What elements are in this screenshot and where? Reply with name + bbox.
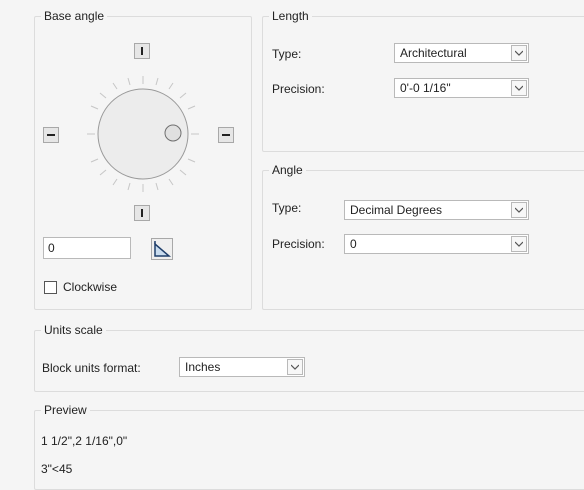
chevron-down-icon[interactable] [511,80,527,96]
chevron-down-icon[interactable] [511,236,527,252]
block-units-value: Inches [185,360,221,374]
preview-line-2: 3"<45 [41,462,73,476]
units-scale-title: Units scale [41,323,106,337]
length-type-value: Architectural [400,46,467,60]
angle-south-button[interactable] [134,205,150,221]
angle-west-button[interactable] [43,127,59,143]
chevron-down-icon[interactable] [511,45,527,61]
angle-north-button[interactable] [134,43,150,59]
length-precision-select[interactable]: 0'-0 1/16" [394,78,529,98]
length-group: Length Type: Architectural Precision: 0'… [262,9,584,152]
clockwise-checkbox[interactable] [44,281,57,294]
units-scale-group: Units scale Block units format: Inches [34,323,584,392]
preview-group: Preview 1 1/2",2 1/16",0" 3"<45 [34,403,584,490]
angle-east-button[interactable] [218,127,234,143]
angle-type-label: Type: [272,201,302,215]
angle-group: Angle Type: Decimal Degrees Precision: 0 [262,163,584,310]
angle-title: Angle [269,163,306,177]
angle-type-select[interactable]: Decimal Degrees [344,200,529,220]
chevron-down-icon[interactable] [287,359,303,375]
angle-type-value: Decimal Degrees [350,203,443,217]
block-units-select[interactable]: Inches [179,357,305,377]
base-angle-title: Base angle [41,9,108,23]
chevron-down-icon[interactable] [511,202,527,218]
block-units-label: Block units format: [42,361,141,375]
angle-dial[interactable] [73,73,213,195]
angle-precision-value: 0 [350,237,357,251]
clockwise-label: Clockwise [63,280,118,294]
base-angle-group: Base angle 0 Clockwise [34,9,252,310]
length-precision-label: Precision: [272,82,325,96]
base-angle-value: 0 [48,241,55,255]
length-precision-value: 0'-0 1/16" [400,81,451,95]
length-title: Length [269,9,312,23]
pick-angle-button[interactable] [151,238,173,260]
preview-line-1: 1 1/2",2 1/16",0" [41,434,128,448]
length-type-select[interactable]: Architectural [394,43,529,63]
pick-angle-icon [154,241,172,257]
length-type-label: Type: [272,47,302,61]
angle-precision-select[interactable]: 0 [344,234,529,254]
preview-title: Preview [41,403,90,417]
base-angle-input[interactable]: 0 [43,237,131,259]
angle-precision-label: Precision: [272,237,325,251]
